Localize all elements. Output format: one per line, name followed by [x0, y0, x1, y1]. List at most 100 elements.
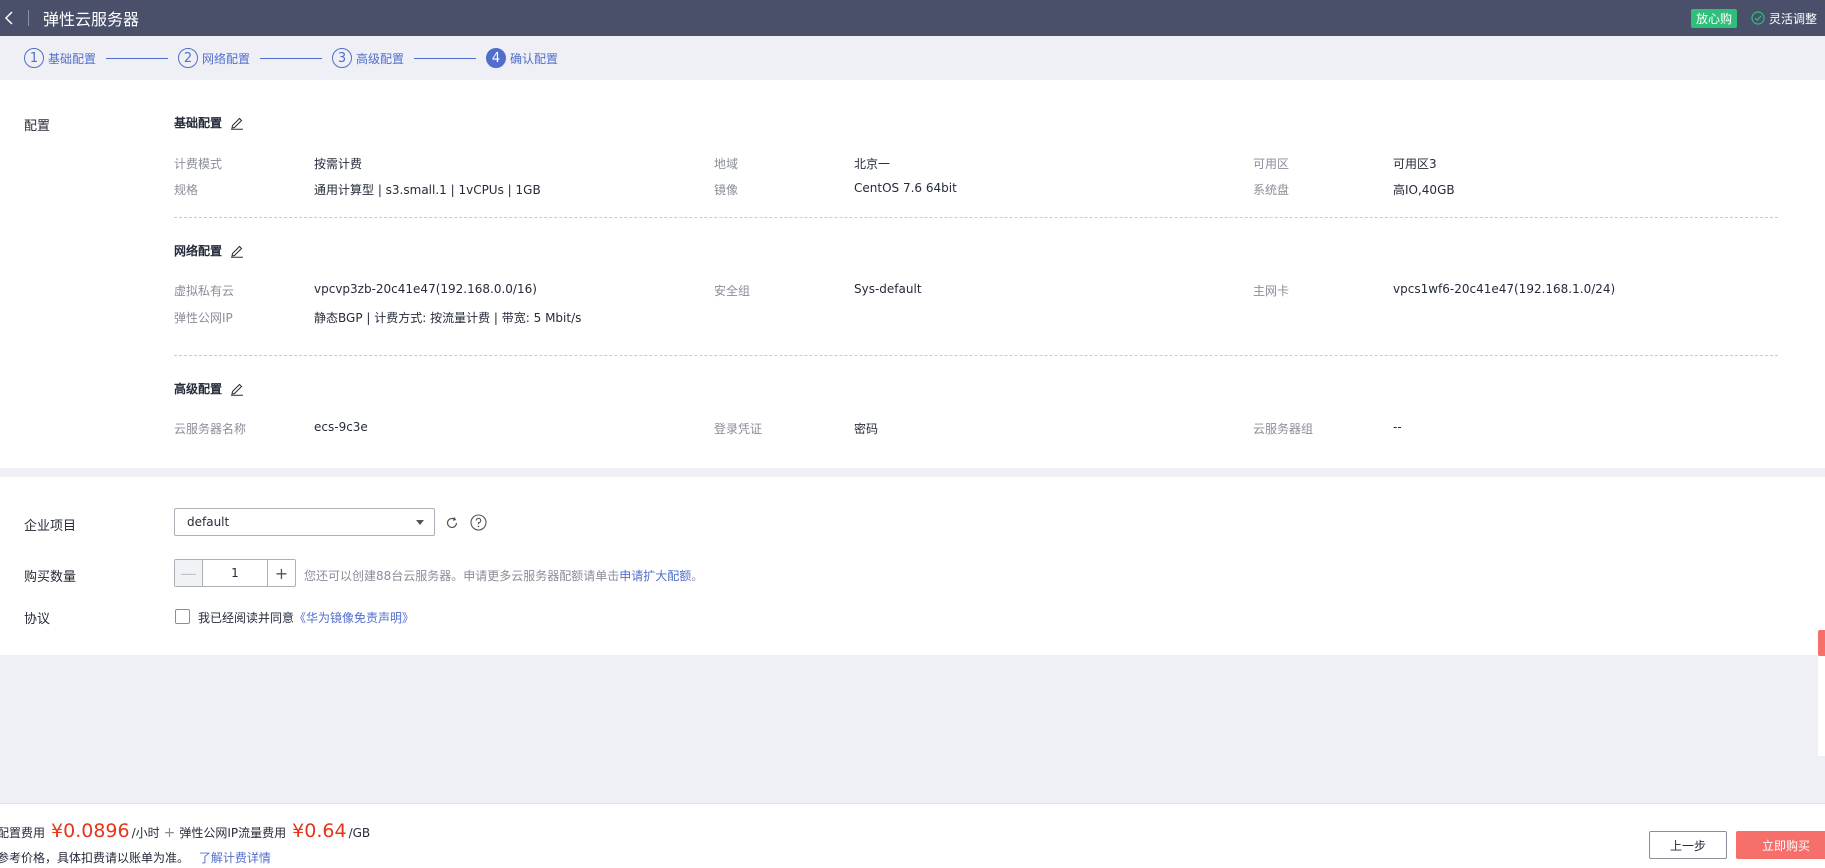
- reference-text: 参考价格，具体扣费请以账单为准。: [0, 851, 190, 865]
- edit-icon[interactable]: [230, 244, 244, 258]
- check-circle-icon: [1751, 11, 1765, 25]
- page-title: 弹性云服务器: [43, 10, 140, 29]
- az-label: 可用区: [1253, 157, 1290, 171]
- region-label: 地域: [714, 157, 739, 171]
- basic-config-title: 基础配置: [174, 114, 244, 131]
- quantity-label: 购买数量: [24, 570, 77, 585]
- caret-down-icon: [416, 520, 424, 525]
- buy-now-button[interactable]: 立即购买: [1736, 831, 1825, 859]
- step-number: 2: [178, 48, 199, 68]
- section-divider: [174, 355, 1778, 356]
- config-price: ¥0.0896: [51, 820, 130, 842]
- group-title-text: 网络配置: [174, 244, 223, 258]
- quota-hint: 您还可以创建88台云服务器。申请更多云服务器配额请单击申请扩大配额。: [304, 567, 703, 584]
- select-value: default: [187, 515, 230, 529]
- security-group-value: Sys-default: [854, 282, 922, 296]
- disk-value: 高IO,40GB: [1393, 183, 1455, 197]
- step-number: 4: [486, 48, 507, 68]
- eip-price-unit: /GB: [348, 826, 371, 840]
- purchase-panel: 企业项目 default 购买数量 — 1 + 您还可以创建88台云服务器。申请…: [0, 477, 1825, 655]
- image-value: CentOS 7.6 64bit: [854, 181, 957, 195]
- refresh-icon[interactable]: [445, 516, 459, 530]
- edit-icon[interactable]: [230, 116, 244, 130]
- top-bar: 弹性云服务器 放心购 灵活调整: [0, 0, 1825, 36]
- config-section-label: 配置: [24, 119, 51, 134]
- flex-adjust-label: 灵活调整: [1768, 11, 1817, 26]
- vpc-value: vpcvp3zb-20c41e47(192.168.0.0/16): [314, 282, 537, 296]
- flavor-label: 规格: [174, 183, 199, 197]
- quota-hint-end: 。: [691, 569, 704, 583]
- server-name-label: 云服务器名称: [174, 422, 247, 436]
- eip-label: 弹性公网IP: [174, 311, 233, 325]
- agree-text: 我已经阅读并同意: [198, 611, 295, 625]
- group-title-text: 高级配置: [174, 382, 223, 396]
- image-label: 镜像: [714, 183, 739, 197]
- config-summary-panel: 配置 基础配置 计费模式 按需计费 地域 北京一 可用区 可用区3 规格 通用计…: [0, 80, 1825, 468]
- group-title-text: 基础配置: [174, 116, 223, 130]
- feedback-panel-edge: [1818, 656, 1825, 756]
- step-connector: [414, 57, 477, 59]
- section-divider: [174, 217, 1778, 218]
- az-value: 可用区3: [1393, 157, 1437, 171]
- step-advanced[interactable]: 3 高级配置: [332, 48, 404, 68]
- quantity-input[interactable]: 1: [203, 560, 267, 586]
- increment-button[interactable]: +: [267, 560, 295, 586]
- step-number: 3: [332, 48, 353, 68]
- previous-button[interactable]: 上一步: [1649, 831, 1727, 859]
- help-icon[interactable]: [470, 514, 487, 531]
- agreement-text: 我已经阅读并同意《华为镜像免责声明》: [198, 609, 414, 626]
- step-label: 网络配置: [202, 51, 251, 66]
- quantity-stepper: — 1 +: [174, 559, 296, 587]
- chevron-left-icon: [4, 11, 13, 25]
- region-value: 北京一: [854, 157, 891, 171]
- eip-fee-label: 弹性公网IP流量费用: [179, 826, 287, 840]
- assurance-badge[interactable]: 放心购: [1690, 8, 1737, 28]
- nic-label: 主网卡: [1253, 284, 1290, 298]
- flavor-value: 通用计算型 | s3.small.1 | 1vCPUs | 1GB: [314, 183, 541, 197]
- disclaimer-link[interactable]: 《华为镜像免责声明》: [294, 611, 414, 625]
- credential-label: 登录凭证: [714, 422, 763, 436]
- header-divider: [28, 10, 29, 26]
- vpc-label: 虚拟私有云: [174, 284, 235, 298]
- step-connector: [106, 57, 169, 59]
- feedback-tab[interactable]: [1818, 630, 1825, 656]
- nic-value: vpcs1wf6-20c41e47(192.168.1.0/24): [1393, 282, 1616, 296]
- step-label: 确认配置: [510, 51, 559, 66]
- price-summary: 配置费用 ¥0.0896 /小时 + 弹性公网IP流量费用 ¥0.64 /GB: [0, 820, 370, 842]
- step-basic[interactable]: 1 基础配置: [24, 48, 96, 68]
- back-button[interactable]: [0, 0, 18, 36]
- config-price-unit: /小时: [131, 826, 160, 840]
- step-network[interactable]: 2 网络配置: [178, 48, 250, 68]
- eip-value: 静态BGP | 计费方式: 按流量计费 | 带宽: 5 Mbit/s: [314, 311, 582, 325]
- security-group-label: 安全组: [714, 284, 751, 298]
- agreement-label: 协议: [24, 612, 51, 627]
- step-indicator: 1 基础配置 2 网络配置 3 高级配置 4 确认配置: [0, 36, 1825, 80]
- eip-price: ¥0.64: [292, 820, 347, 842]
- advanced-config-title: 高级配置: [174, 380, 244, 397]
- config-fee-label: 配置费用: [0, 826, 46, 840]
- billing-value: 按需计费: [314, 157, 363, 171]
- quota-hint-text: 您还可以创建88台云服务器。申请更多云服务器配额请单击: [304, 569, 620, 583]
- agreement-checkbox[interactable]: [175, 609, 190, 624]
- network-config-title: 网络配置: [174, 242, 244, 259]
- enterprise-project-select[interactable]: default: [174, 508, 435, 536]
- server-group-label: 云服务器组: [1253, 422, 1314, 436]
- increase-quota-link[interactable]: 申请扩大配额: [619, 569, 691, 583]
- server-group-value: --: [1393, 420, 1402, 434]
- credential-value: 密码: [854, 422, 879, 436]
- decrement-button[interactable]: —: [175, 560, 203, 586]
- billing-label: 计费模式: [174, 157, 223, 171]
- step-confirm: 4 确认配置: [486, 48, 558, 68]
- billing-details-link[interactable]: 了解计费详情: [199, 851, 271, 865]
- step-label: 基础配置: [48, 51, 97, 66]
- step-connector: [260, 57, 323, 59]
- server-name-value: ecs-9c3e: [314, 420, 368, 434]
- step-number: 1: [24, 48, 44, 68]
- flex-adjust-link[interactable]: 灵活调整: [1751, 10, 1817, 27]
- price-footer: 配置费用 ¥0.0896 /小时 + 弹性公网IP流量费用 ¥0.64 /GB …: [0, 803, 1825, 868]
- edit-icon[interactable]: [230, 382, 244, 396]
- project-label: 企业项目: [24, 519, 77, 534]
- disk-label: 系统盘: [1253, 183, 1290, 197]
- plus-sign: +: [163, 825, 176, 841]
- step-label: 高级配置: [356, 51, 405, 66]
